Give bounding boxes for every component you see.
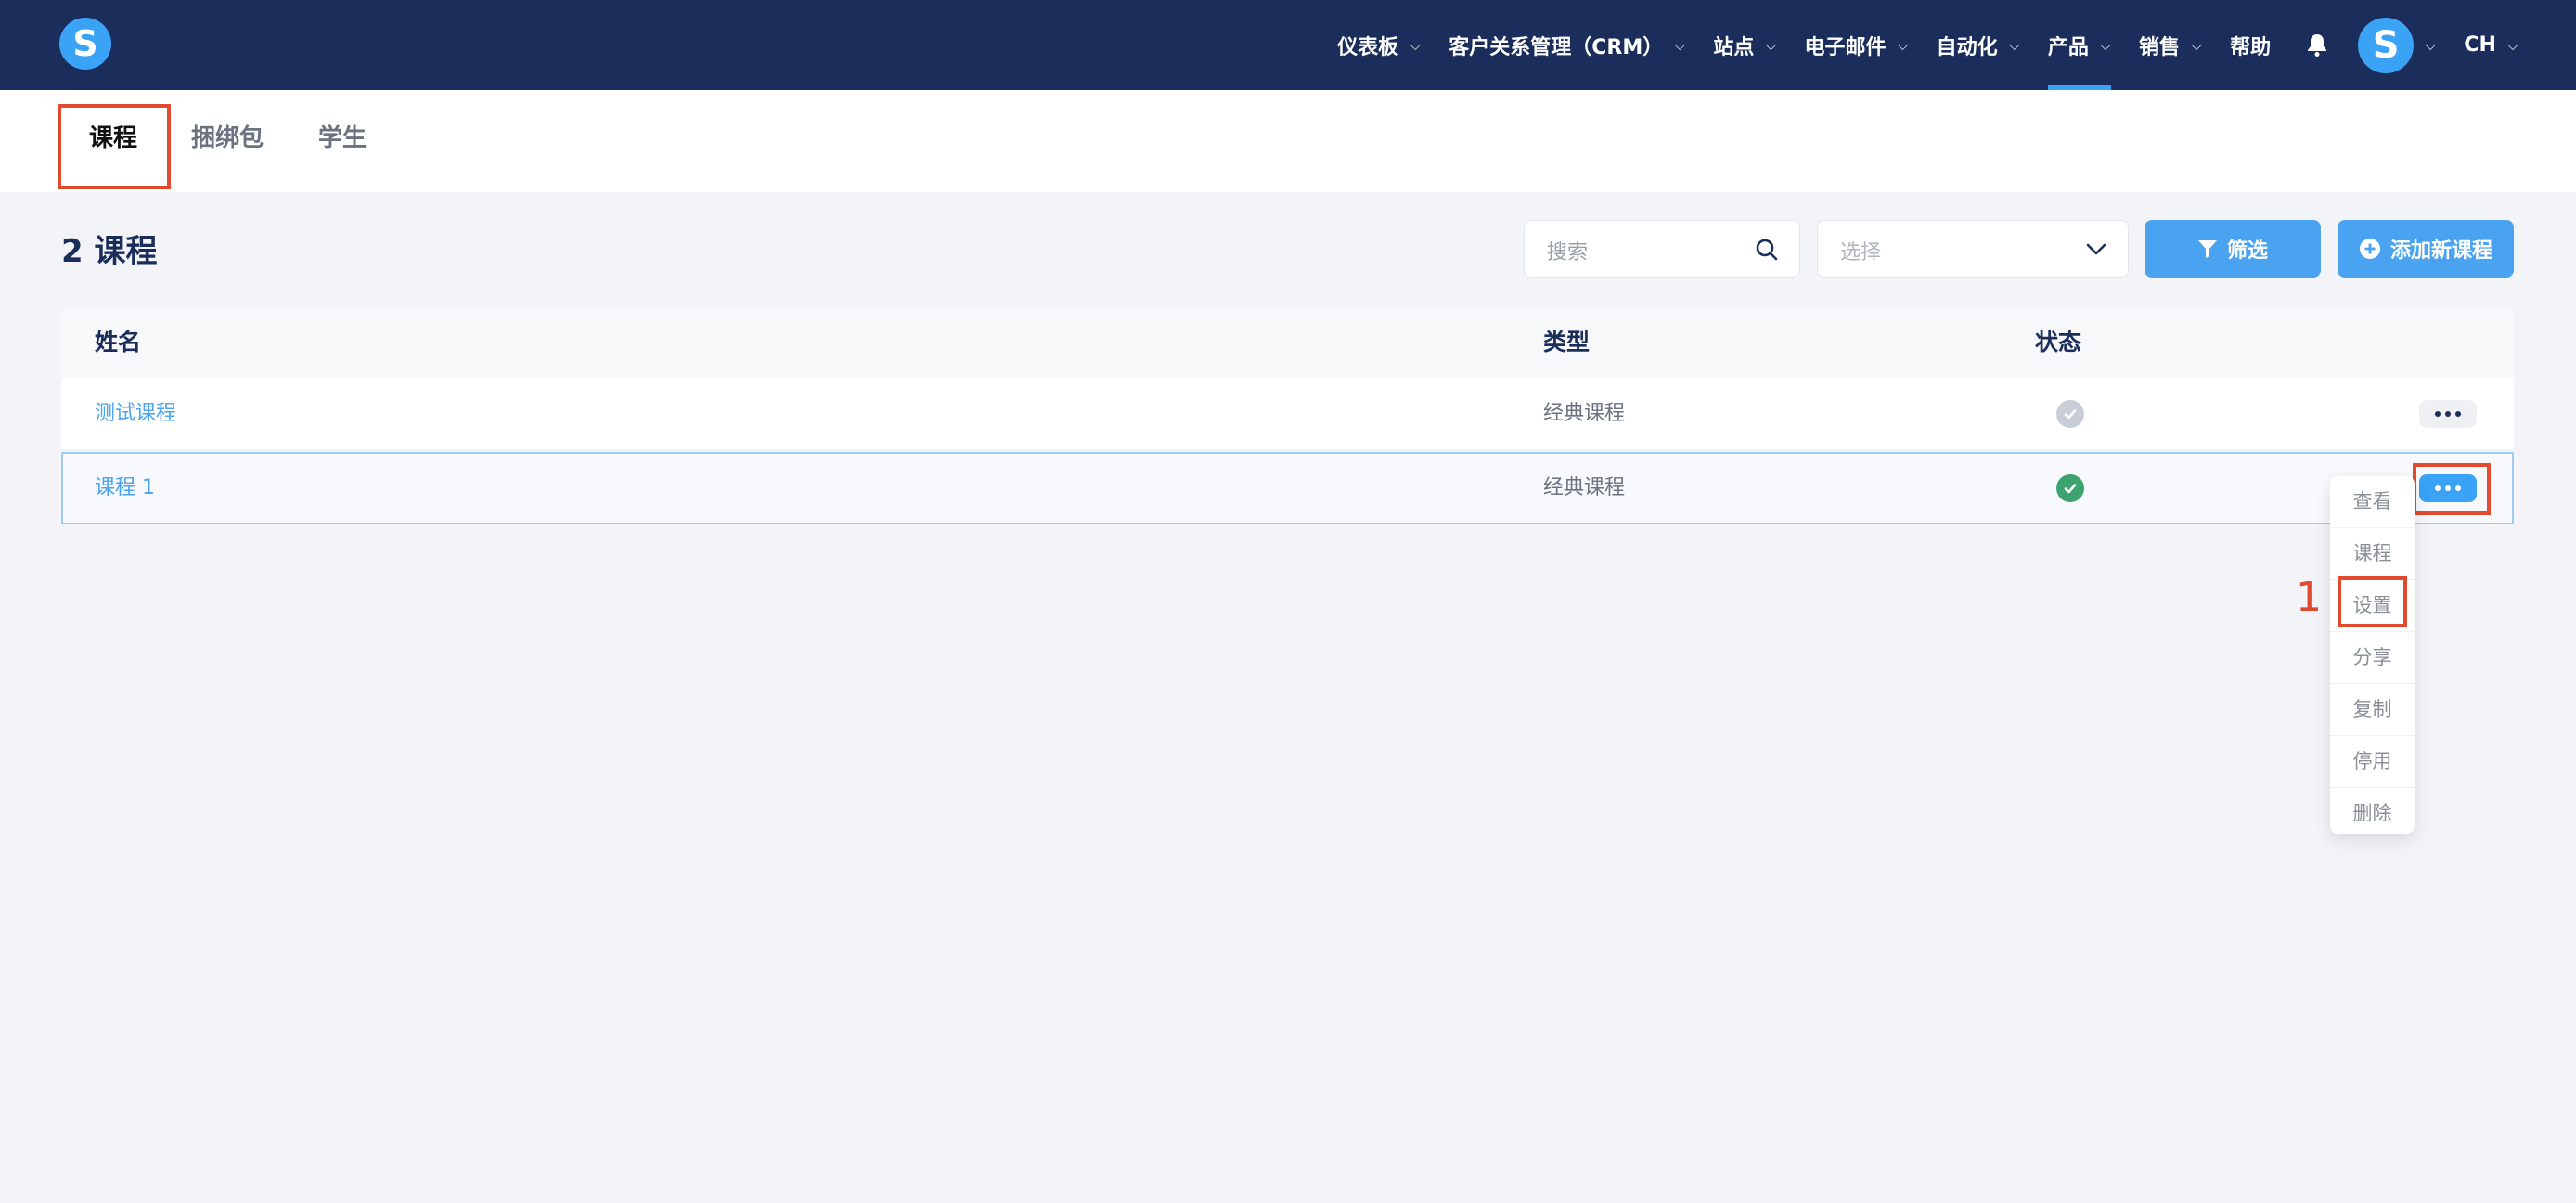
menu-item-duplicate[interactable]: 复制 xyxy=(2330,684,2415,736)
chevron-down-icon: ⌵ xyxy=(2425,35,2437,54)
tab-bundles[interactable]: 捆绑包 xyxy=(191,90,264,192)
chevron-down-icon: ⌵ xyxy=(2099,35,2111,54)
nav-item-label: 客户关系管理（CRM） xyxy=(1449,35,1664,59)
nav-menu: 仪表板 ⌵ 客户关系管理（CRM） ⌵ 站点 ⌵ 电子邮件 ⌵ 自动化 ⌵ 产品… xyxy=(1309,0,2518,90)
top-navigation: S 仪表板 ⌵ 客户关系管理（CRM） ⌵ 站点 ⌵ 电子邮件 ⌵ 自动化 ⌵ … xyxy=(0,0,2576,90)
add-course-button[interactable]: 添加新课程 xyxy=(2338,220,2514,278)
step-number-annotation: 1 xyxy=(2296,574,2322,621)
language-switcher[interactable]: CH ⌵ xyxy=(2464,0,2518,90)
menu-item-delete[interactable]: 删除 xyxy=(2330,788,2415,839)
chevron-down-icon: ⌵ xyxy=(1897,35,1909,54)
search-icon[interactable] xyxy=(1755,238,1779,265)
avatar-menu-toggle[interactable]: ⌵ xyxy=(2425,0,2436,90)
tab-highlight-box xyxy=(58,104,171,189)
course-name-link[interactable]: 测试课程 xyxy=(95,378,176,450)
bell-icon[interactable] xyxy=(2304,32,2330,58)
plus-circle-icon xyxy=(2359,238,2381,260)
language-label: CH xyxy=(2464,33,2496,57)
table-row-selected[interactable]: 课程 1 经典课程 xyxy=(61,452,2514,524)
nav-item-products[interactable]: 产品 ⌵ xyxy=(2047,0,2112,90)
chevron-down-icon xyxy=(2085,239,2107,264)
chevron-down-icon: ⌵ xyxy=(1765,35,1777,54)
table-row[interactable]: 测试课程 经典课程 xyxy=(61,378,2514,450)
search-input[interactable]: 搜索 xyxy=(1524,220,1800,278)
status-active-icon xyxy=(2056,474,2084,502)
course-name-link[interactable]: 课程 1 xyxy=(95,454,155,523)
menu-item-view[interactable]: 查看 xyxy=(2330,476,2415,528)
app-logo[interactable]: S xyxy=(59,18,111,70)
column-header-name[interactable]: 姓名 xyxy=(95,306,141,378)
nav-item-label: 销售 xyxy=(2138,35,2180,59)
more-actions-highlight-box xyxy=(2413,463,2491,515)
nav-item-label: 仪表板 xyxy=(1337,35,1399,59)
nav-item-sites[interactable]: 站点 ⌵ xyxy=(1713,0,1776,90)
course-type: 经典课程 xyxy=(1543,402,1626,425)
menu-item-share[interactable]: 分享 xyxy=(2330,632,2415,684)
actions-menu: 查看 课程 设置 分享 复制 停用 删除 xyxy=(2330,476,2415,834)
chevron-down-icon: ⌵ xyxy=(1674,35,1686,54)
table-header: 姓名 类型 状态 xyxy=(61,306,2514,378)
nav-item-dashboard[interactable]: 仪表板 ⌵ xyxy=(1337,0,1421,90)
nav-item-automation[interactable]: 自动化 ⌵ xyxy=(1937,0,2020,90)
status-inactive-icon xyxy=(2056,400,2084,428)
filter-button-label: 筛选 xyxy=(2226,239,2268,263)
filter-button[interactable]: 筛选 xyxy=(2145,220,2321,278)
tab-students[interactable]: 学生 xyxy=(318,90,367,192)
menu-item-course[interactable]: 课程 xyxy=(2330,528,2415,580)
nav-item-email[interactable]: 电子邮件 ⌵ xyxy=(1805,0,1909,90)
search-placeholder: 搜索 xyxy=(1547,241,1589,265)
menu-item-disable[interactable]: 停用 xyxy=(2330,736,2415,788)
nav-item-label: 电子邮件 xyxy=(1804,35,1887,59)
nav-item-label: 自动化 xyxy=(1936,35,1998,59)
select-placeholder: 选择 xyxy=(1840,241,1882,265)
column-header-type[interactable]: 类型 xyxy=(1543,306,1590,378)
chevron-down-icon: ⌵ xyxy=(1410,35,1422,54)
avatar[interactable]: S xyxy=(2358,17,2415,73)
nav-item-label: 站点 xyxy=(1713,35,1755,59)
settings-highlight-box xyxy=(2338,576,2407,627)
more-actions-button[interactable] xyxy=(2419,400,2477,428)
nav-item-sales[interactable]: 销售 ⌵ xyxy=(2139,0,2202,90)
nav-item-label: 帮助 xyxy=(2230,35,2272,59)
nav-item-crm[interactable]: 客户关系管理（CRM） ⌵ xyxy=(1449,0,1685,90)
add-course-button-label: 添加新课程 xyxy=(2389,239,2492,263)
chevron-down-icon: ⌵ xyxy=(2191,35,2203,54)
courses-table: 姓名 类型 状态 测试课程 经典课程 课程 1 经典课程 xyxy=(61,306,2514,524)
nav-item-help[interactable]: 帮助 xyxy=(2230,0,2271,90)
status-select[interactable]: 选择 xyxy=(1817,220,2129,278)
filter-icon xyxy=(2197,239,2218,259)
nav-item-label: 产品 xyxy=(2047,35,2089,59)
column-header-status[interactable]: 状态 xyxy=(2035,306,2081,378)
chevron-down-icon: ⌵ xyxy=(2008,35,2020,54)
course-type: 经典课程 xyxy=(1543,476,1626,499)
tab-bar: 课程 捆绑包 学生 xyxy=(0,90,2576,192)
chevron-down-icon: ⌵ xyxy=(2506,35,2518,54)
page-title: 2 课程 xyxy=(61,233,158,270)
